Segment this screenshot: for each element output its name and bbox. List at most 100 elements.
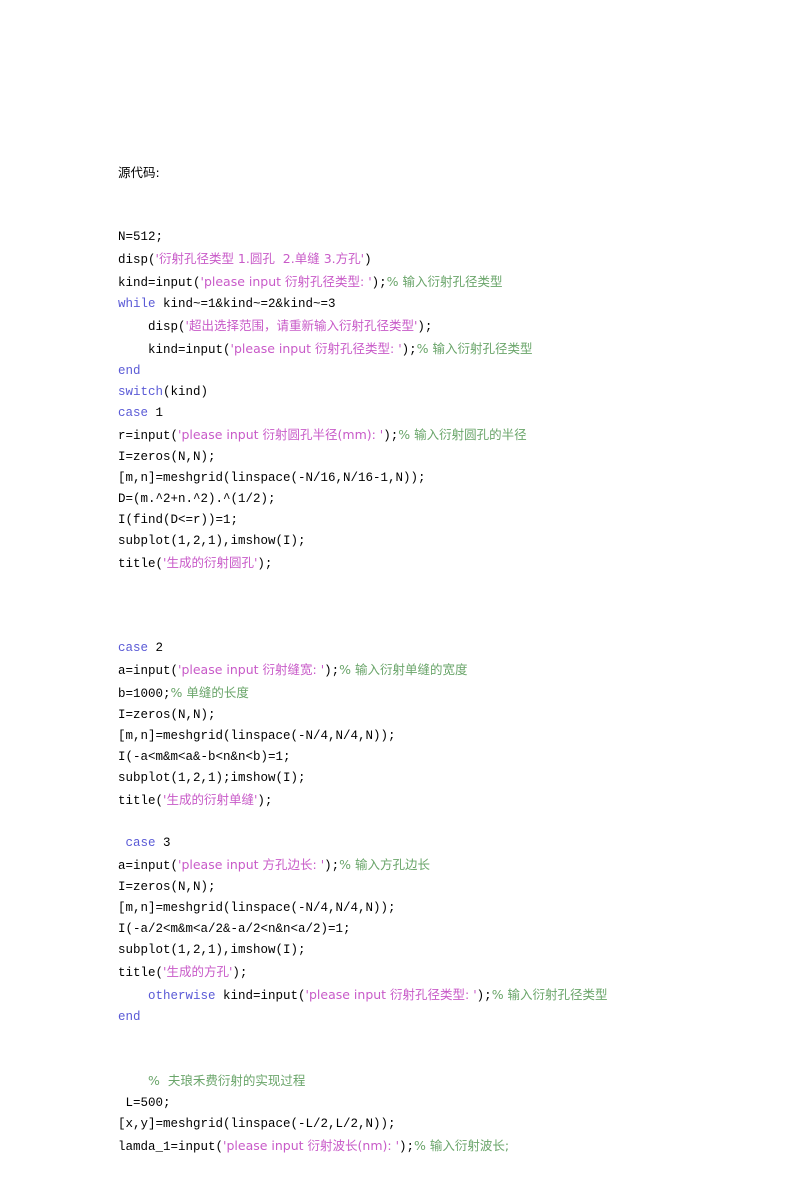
code-token-str: 'please input 衍射缝宽: ' [178, 662, 325, 677]
code-token-plain: [x,y]=meshgrid(linspace(-L/2,L/2,N)); [118, 1117, 396, 1131]
code-token-kw: end [118, 1010, 141, 1024]
code-line: a=input('please input 方孔边长: ');% 输入方孔边长 [118, 854, 683, 877]
code-line: a=input('please input 衍射缝宽: ');% 输入衍射单缝的… [118, 659, 683, 682]
code-token-kw: end [118, 364, 141, 378]
code-line: case 1 [118, 403, 683, 424]
code-line: title('生成的衍射圆孔'); [118, 552, 683, 575]
code-line: % 夫琅禾费衍射的实现过程 [118, 1070, 683, 1093]
code-line: end [118, 1007, 683, 1028]
code-token-cmt: % 输入衍射孔径类型 [491, 987, 608, 1002]
code-line: I(-a<m&m<a&-b<n&n<b)=1; [118, 747, 683, 768]
code-line: [m,n]=meshgrid(linspace(-N/4,N/4,N)); [118, 898, 683, 919]
code-token-cmt: % 输入方孔边长 [339, 857, 431, 872]
code-token-plain: I=zeros(N,N); [118, 450, 216, 464]
code-token-cmt: % 输入衍射孔径类型 [416, 341, 533, 356]
code-token-kw: case [125, 836, 156, 850]
document-heading: 源代码: [118, 162, 683, 185]
code-line: I=zeros(N,N); [118, 705, 683, 726]
document-heading-text: 源代码: [118, 165, 160, 180]
code-token-cmt: % 单缝的长度 [170, 685, 249, 700]
code-line: end [118, 361, 683, 382]
code-line: N=512; [118, 227, 683, 248]
code-line: [m,n]=meshgrid(linspace(-N/4,N/4,N)); [118, 726, 683, 747]
source-code-listing: 源代码: N=512; disp('衍射孔径类型 1.圆孔 2.单缝 3.方孔')… [118, 120, 683, 1200]
code-token-kw: case [118, 641, 149, 655]
code-token-plain: disp( [118, 253, 156, 267]
code-line: I=zeros(N,N); [118, 877, 683, 898]
code-token-kw: otherwise [148, 989, 216, 1003]
code-token-plain: title( [118, 557, 164, 571]
code-token-plain: ); [257, 794, 273, 808]
code-token-str: 'please input 衍射孔径类型: ' [200, 274, 372, 289]
code-token-plain: title( [118, 966, 164, 980]
code-token-str: '生成的衍射圆孔' [163, 555, 258, 570]
code-token-plain: ); [324, 859, 340, 873]
code-line: otherwise kind=input('please input 衍射孔径类… [118, 984, 683, 1007]
code-token-plain: disp( [148, 320, 186, 334]
code-line: [m,n]=meshgrid(linspace(-N/16,N/16-1,N))… [118, 468, 683, 489]
code-line: subplot(1,2,1),imshow(I); [118, 940, 683, 961]
code-token-plain: 1 [148, 406, 164, 420]
code-line: kind=input('please input 衍射孔径类型: ');% 输入… [118, 338, 683, 361]
code-token-str: 'please input 衍射孔径类型: ' [230, 341, 402, 356]
code-token-plain: kind=input( [118, 276, 201, 290]
code-token-plain: L=500; [125, 1096, 171, 1110]
code-token-plain: ); [383, 429, 399, 443]
code-token-kw: switch [118, 385, 164, 399]
code-line: case 3 [118, 833, 683, 854]
code-line: kind=input('please input 衍射孔径类型: ');% 输入… [118, 271, 683, 294]
code-line: b=1000;% 单缝的长度 [118, 682, 683, 705]
code-line: title('生成的方孔'); [118, 961, 683, 984]
code-line: I(-a/2<m&m<a/2&-a/2<n&n<a/2)=1; [118, 919, 683, 940]
code-token-cmt: % 输入衍射波长; [414, 1138, 510, 1153]
code-token-str: 'please input 方孔边长: ' [178, 857, 325, 872]
code-token-plain: ); [232, 966, 248, 980]
code-lines-container: N=512; disp('衍射孔径类型 1.圆孔 2.单缝 3.方孔') kind=… [118, 227, 683, 1158]
code-token-plain: subplot(1,2,1),imshow(I); [118, 943, 306, 957]
code-token-plain: ); [476, 989, 492, 1003]
code-line: [x,y]=meshgrid(linspace(-L/2,L/2,N)); [118, 1114, 683, 1135]
code-line: switch(kind) [118, 382, 683, 403]
code-token-plain: ) [364, 253, 372, 267]
code-token-kw: case [118, 406, 149, 420]
document-page: 源代码: N=512; disp('衍射孔径类型 1.圆孔 2.单缝 3.方孔')… [0, 0, 793, 1154]
code-line: L=500; [118, 1093, 683, 1114]
code-line: subplot(1,2,1),imshow(I); [118, 531, 683, 552]
code-line: I(find(D<=r))=1; [118, 510, 683, 531]
code-token-plain: ); [371, 276, 387, 290]
code-line: disp('超出选择范围，请重新输入衍射孔径类型'); [118, 315, 683, 338]
code-token-cmt: % 输入衍射单缝的宽度 [339, 662, 468, 677]
code-token-plain: (kind) [163, 385, 209, 399]
code-token-str: 'please input 衍射圆孔半径(mm): ' [178, 427, 384, 442]
code-line: subplot(1,2,1);imshow(I); [118, 768, 683, 789]
code-token-plain: 2 [148, 641, 164, 655]
code-line: I=zeros(N,N); [118, 447, 683, 468]
code-line: disp('衍射孔径类型 1.圆孔 2.单缝 3.方孔') [118, 248, 683, 271]
code-token-str: '超出选择范围，请重新输入衍射孔径类型' [185, 318, 418, 333]
code-token-plain: title( [118, 794, 164, 808]
code-token-plain: [m,n]=meshgrid(linspace(-N/16,N/16-1,N))… [118, 471, 426, 485]
code-line: case 2 [118, 638, 683, 659]
code-token-plain: subplot(1,2,1),imshow(I); [118, 534, 306, 548]
code-token-str: '衍射孔径类型 1.圆孔 2.单缝 3.方孔' [155, 251, 365, 266]
code-token-str: 'please input 衍射孔径类型: ' [305, 987, 477, 1002]
code-token-kw: while [118, 297, 156, 311]
code-token-plain: a=input( [118, 664, 179, 678]
code-token-plain: a=input( [118, 859, 179, 873]
code-line: while kind~=1&kind~=2&kind~=3 [118, 294, 683, 315]
code-token-plain: r=input( [118, 429, 179, 443]
code-token-plain: lamda_1=input( [118, 1140, 224, 1154]
code-token-plain: I(find(D<=r))=1; [118, 513, 239, 527]
code-line: title('生成的衍射单缝'); [118, 789, 683, 812]
code-token-plain: I(-a/2<m&m<a/2&-a/2<n&n<a/2)=1; [118, 922, 351, 936]
code-token-plain: subplot(1,2,1);imshow(I); [118, 771, 306, 785]
